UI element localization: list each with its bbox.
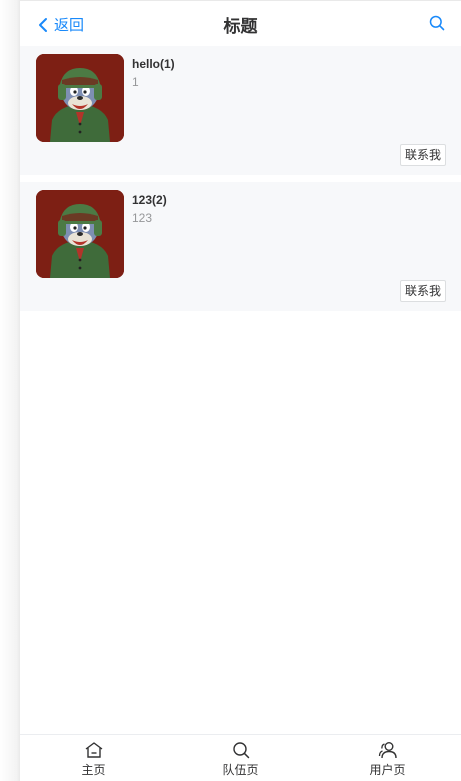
tab-label: 用户页 <box>369 763 406 777</box>
team-name: 123(2) <box>132 193 167 207</box>
team-avatar <box>36 190 124 278</box>
team-card[interactable]: hello(1) 1 联系我 <box>20 46 461 175</box>
team-card[interactable]: 123(2) 123 联系我 <box>20 182 461 311</box>
tab-label: 队伍页 <box>222 763 259 777</box>
app-container: 返回 标题 hello(1) 1 联系我 123(2) 123 联系我 主页 队… <box>20 0 461 781</box>
friends-icon <box>378 742 397 759</box>
team-list: hello(1) 1 联系我 123(2) 123 联系我 <box>20 46 461 318</box>
tab-user[interactable]: 用户页 <box>314 735 461 781</box>
tab-home[interactable]: 主页 <box>20 735 167 781</box>
nav-bar: 返回 标题 <box>20 0 461 46</box>
tab-bar: 主页 队伍页 用户页 <box>20 734 461 781</box>
team-name: hello(1) <box>132 57 175 71</box>
tab-team[interactable]: 队伍页 <box>167 735 314 781</box>
tab-label: 主页 <box>81 763 106 777</box>
contact-button[interactable]: 联系我 <box>399 280 446 302</box>
team-description: 1 <box>132 75 139 89</box>
page-title: 标题 <box>223 17 258 36</box>
search-icon <box>429 15 445 31</box>
window-edge <box>0 0 20 781</box>
contact-button[interactable]: 联系我 <box>399 144 446 166</box>
search-icon <box>232 742 249 759</box>
team-description: 123 <box>132 211 153 225</box>
team-avatar <box>36 54 124 142</box>
home-icon <box>85 742 102 758</box>
search-button[interactable] <box>429 15 445 36</box>
